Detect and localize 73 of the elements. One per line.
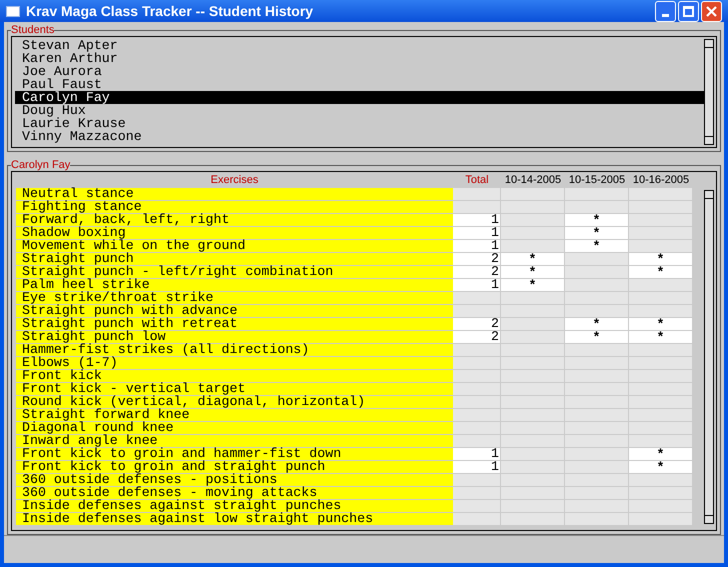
- session-cell: *: [629, 331, 693, 343]
- exercise-cell: Elbows (1-7): [16, 357, 453, 369]
- total-cell: 2: [453, 331, 501, 343]
- exercise-cell: Front kick: [16, 370, 453, 382]
- total-cell: 2: [453, 318, 501, 330]
- student-item[interactable]: Vinny Mazzacone: [15, 130, 704, 143]
- exercise-cell: Palm heel strike: [16, 279, 453, 291]
- scrollbar[interactable]: [704, 190, 714, 524]
- session-cell: *: [501, 253, 565, 265]
- exercise-cell: Straight punch with advance: [16, 305, 453, 317]
- column-header: Exercises: [210, 172, 260, 188]
- student-item[interactable]: Laurie Krause: [15, 117, 704, 130]
- exercise-cell: Straight punch - left/right combination: [16, 266, 453, 278]
- exercise-cell: Front kick - vertical target: [16, 383, 453, 395]
- column-header: 10-14-2005: [504, 172, 562, 188]
- exercise-cell: Movement while on the ground: [16, 240, 453, 252]
- student-item[interactable]: Doug Hux: [15, 104, 704, 117]
- column-header: Total: [464, 172, 490, 188]
- total-cell: 1: [453, 448, 501, 460]
- exercise-cell: Front kick to groin and straight punch: [16, 461, 453, 473]
- student-item[interactable]: Stevan Apter: [15, 39, 704, 52]
- session-cell: *: [565, 214, 629, 226]
- total-cell: 2: [453, 253, 501, 265]
- session-cell: *: [629, 448, 693, 460]
- minimize-button[interactable]: [655, 0, 676, 22]
- student-item[interactable]: Joe Aurora: [15, 65, 704, 78]
- student-item[interactable]: Carolyn Fay: [15, 91, 704, 104]
- maximize-button[interactable]: [678, 0, 699, 22]
- session-cell: *: [565, 240, 629, 252]
- exercise-cell: Straight punch: [16, 253, 453, 265]
- exercise-cell: 360 outside defenses - moving attacks: [16, 487, 453, 499]
- total-cell: 1: [453, 461, 501, 473]
- column-header: 10-16-2005: [632, 172, 690, 188]
- total-cell: 1: [453, 214, 501, 226]
- students-label: Students: [11, 25, 54, 36]
- total-cell: 2: [453, 266, 501, 278]
- session-cell: *: [629, 253, 693, 265]
- close-button[interactable]: [701, 0, 722, 22]
- exercise-cell: Inward angle knee: [16, 435, 453, 447]
- exercise-cell: Inside defenses against straight punches: [16, 500, 453, 512]
- session-cell: *: [565, 227, 629, 239]
- session-cell: *: [501, 279, 565, 291]
- exercise-cell: Shadow boxing: [16, 227, 453, 239]
- exercise-cell: Straight punch low: [16, 331, 453, 343]
- exercise-cell: Inside defenses against low straight punches: [16, 513, 453, 525]
- student-item[interactable]: Karen Arthur: [15, 52, 704, 65]
- exercise-cell: Front kick to groin and hammer-fist down: [16, 448, 453, 460]
- history-label: Carolyn Fay: [11, 160, 70, 171]
- exercise-cell: Neutral stance: [16, 188, 453, 200]
- window-icon: [6, 6, 20, 16]
- exercise-cell: Straight punch with retreat: [16, 318, 453, 330]
- student-item[interactable]: Paul Faust: [15, 78, 704, 91]
- exercise-cell: 360 outside defenses - positions: [16, 474, 453, 486]
- exercise-cell: Forward, back, left, right: [16, 214, 453, 226]
- exercise-cell: Round kick (vertical, diagonal, horizontal): [16, 396, 453, 408]
- window-title: Krav Maga Class Tracker -- Student History: [26, 2, 314, 21]
- session-cell: *: [501, 266, 565, 278]
- exercise-cell: Eye strike/throat strike: [16, 292, 453, 304]
- session-cell: *: [629, 318, 693, 330]
- exercise-cell: Straight forward knee: [16, 409, 453, 421]
- total-cell: 1: [453, 227, 501, 239]
- exercise-cell: Hammer-fist strikes (all directions): [16, 344, 453, 356]
- column-header: 10-15-2005: [568, 172, 626, 188]
- scrollbar[interactable]: [704, 39, 714, 145]
- total-cell: 1: [453, 240, 501, 252]
- exercise-cell: Diagonal round knee: [16, 422, 453, 434]
- total-cell: 1: [453, 279, 501, 291]
- exercise-cell: Fighting stance: [16, 201, 453, 213]
- close-icon: [706, 6, 717, 16]
- session-cell: *: [629, 461, 693, 473]
- session-cell: *: [629, 266, 693, 278]
- session-cell: *: [565, 318, 629, 330]
- session-cell: *: [565, 331, 629, 343]
